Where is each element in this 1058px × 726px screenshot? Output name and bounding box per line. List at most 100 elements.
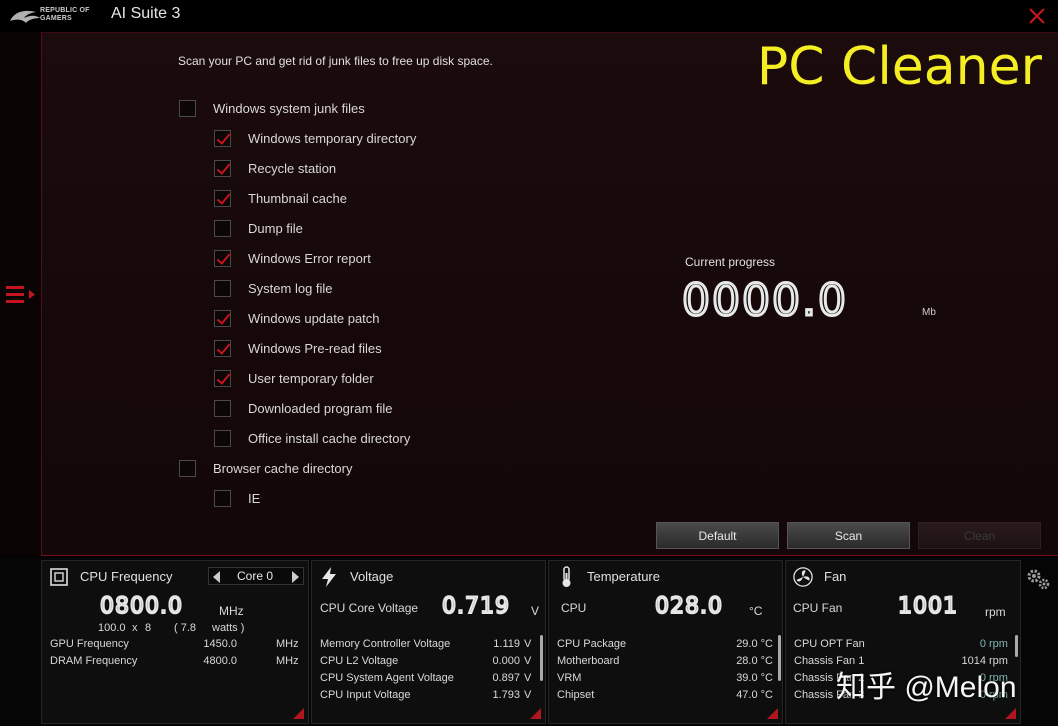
menu-expand-icon[interactable] bbox=[6, 284, 38, 306]
voltage-scrollbar[interactable] bbox=[540, 635, 543, 681]
cleanup-option[interactable]: User temporary folder bbox=[214, 368, 374, 388]
progress-label: Current progress bbox=[685, 255, 776, 269]
brand-text: REPUBLIC OF GAMERS bbox=[40, 7, 90, 22]
option-label: Windows update patch bbox=[248, 310, 380, 326]
option-label: Dump file bbox=[248, 220, 303, 236]
sensor-label: CPU L2 Voltage bbox=[320, 655, 399, 667]
option-checkbox[interactable] bbox=[179, 99, 196, 117]
progress-unit: Mb bbox=[922, 307, 936, 318]
option-label: Recycle station bbox=[248, 160, 337, 176]
cpu-fan-label: CPU Fan bbox=[793, 601, 843, 615]
sensor-value: 28.0 °C bbox=[736, 655, 773, 667]
option-checkbox[interactable] bbox=[214, 189, 231, 207]
cleanup-option[interactable]: Windows update patch bbox=[214, 308, 380, 328]
sensor-label: Motherboard bbox=[557, 655, 620, 667]
sensor-value: 0.000 bbox=[492, 655, 520, 667]
previous-core-icon[interactable] bbox=[213, 571, 220, 583]
intro-text: Scan your PC and get rid of junk files t… bbox=[178, 54, 493, 68]
option-label: IE bbox=[248, 490, 261, 506]
bclk-value: 100.0 bbox=[98, 622, 126, 634]
title-bar: REPUBLIC OF GAMERS AI Suite 3 bbox=[0, 0, 1058, 32]
option-checkbox[interactable] bbox=[214, 339, 231, 357]
scan-button[interactable]: Scan bbox=[787, 522, 910, 549]
panel-expand-icon[interactable] bbox=[293, 708, 304, 719]
sensor-label: CPU OPT Fan bbox=[794, 638, 865, 650]
option-checkbox[interactable] bbox=[214, 369, 231, 387]
panel-expand-icon[interactable] bbox=[530, 708, 541, 719]
next-core-icon[interactable] bbox=[292, 571, 299, 583]
option-checkbox[interactable] bbox=[214, 129, 231, 147]
cleanup-option[interactable]: Recycle station bbox=[214, 158, 336, 178]
option-checkbox[interactable] bbox=[214, 279, 231, 297]
sensor-label: GPU Frequency bbox=[50, 638, 129, 650]
option-checkbox[interactable] bbox=[214, 159, 231, 177]
default-button[interactable]: Default bbox=[656, 522, 779, 549]
sensor-label: CPU Package bbox=[557, 638, 627, 650]
cleanup-option[interactable]: Thumbnail cache bbox=[214, 188, 347, 208]
cleanup-option[interactable]: Office install cache directory bbox=[214, 428, 410, 448]
option-label: Windows system junk files bbox=[213, 100, 365, 116]
option-checkbox[interactable] bbox=[214, 219, 231, 237]
sensor-unit: V bbox=[524, 672, 532, 684]
option-checkbox[interactable] bbox=[214, 399, 231, 417]
cleanup-option[interactable]: System log file bbox=[214, 278, 333, 298]
option-checkbox[interactable] bbox=[214, 489, 231, 507]
sensor-label: Memory Controller Voltage bbox=[320, 638, 451, 650]
cpu-temperature-value: 028.0 bbox=[654, 593, 723, 620]
cleanup-option[interactable]: Windows Pre-read files bbox=[214, 338, 382, 358]
cleanup-option[interactable]: Downloaded program file bbox=[214, 398, 393, 418]
sensor-value: 0 bbox=[979, 638, 986, 650]
voltage-panel[interactable]: Voltage CPU Core Voltage 0.719 V Memory … bbox=[311, 560, 546, 724]
core-selector-value: Core 0 bbox=[237, 569, 274, 583]
panel-expand-icon[interactable] bbox=[767, 708, 778, 719]
option-label: Downloaded program file bbox=[248, 400, 393, 416]
cpu-core-voltage-unit: V bbox=[531, 604, 540, 618]
cleanup-option[interactable]: IE bbox=[214, 488, 260, 508]
panel-expand-icon[interactable] bbox=[1005, 708, 1016, 719]
cpu-core-voltage-value: 0.719 bbox=[441, 593, 510, 620]
sensor-label: DRAM Frequency bbox=[50, 655, 138, 667]
option-checkbox[interactable] bbox=[214, 249, 231, 267]
multiplier-x: x bbox=[132, 622, 138, 634]
option-label: Windows Error report bbox=[248, 250, 371, 266]
fan-icon bbox=[793, 567, 813, 587]
sensor-label: CPU System Agent Voltage bbox=[320, 672, 454, 684]
clean-button[interactable]: Clean bbox=[918, 522, 1041, 549]
ratio-value: 8 bbox=[145, 622, 152, 634]
settings-gear-icon[interactable] bbox=[1024, 566, 1052, 594]
cleanup-option[interactable]: Browser cache directory bbox=[179, 458, 352, 478]
option-checkbox[interactable] bbox=[214, 429, 231, 447]
pc-cleaner-panel: Scan your PC and get rid of junk files t… bbox=[42, 32, 1058, 556]
option-label: Browser cache directory bbox=[213, 460, 353, 476]
page-title: PC Cleaner bbox=[756, 37, 1042, 97]
fan-title: Fan bbox=[824, 569, 847, 584]
temperature-panel[interactable]: Temperature CPU 028.0 °C CPU Package 29.0… bbox=[548, 560, 783, 724]
sensor-unit: V bbox=[524, 638, 532, 650]
sensor-value: 1450.0 bbox=[203, 638, 237, 650]
sensor-unit: V bbox=[524, 689, 532, 701]
sensor-value: 1.119 bbox=[493, 638, 520, 650]
sensor-unit: MHz bbox=[276, 638, 299, 650]
option-label: Windows Pre-read files bbox=[248, 340, 382, 356]
cpu-frequency-panel[interactable]: CPU Frequency Core 0 0800.0 MHz 100.0 x … bbox=[41, 560, 309, 724]
option-label: User temporary folder bbox=[248, 370, 374, 386]
sensor-value: 29.0 °C bbox=[736, 638, 773, 650]
sensor-unit: MHz bbox=[276, 655, 299, 667]
core-selector[interactable]: Core 0 bbox=[208, 567, 304, 585]
temperature-scrollbar[interactable] bbox=[778, 635, 781, 681]
option-checkbox[interactable] bbox=[179, 459, 196, 477]
cpu-frequency-title: CPU Frequency bbox=[80, 569, 173, 584]
option-checkbox[interactable] bbox=[214, 309, 231, 327]
cpu-frequency-unit: MHz bbox=[219, 604, 244, 618]
cleanup-option[interactable]: Windows Error report bbox=[214, 248, 371, 268]
option-label: System log file bbox=[248, 280, 333, 296]
cleanup-option[interactable]: Dump file bbox=[214, 218, 303, 238]
app-title: AI Suite 3 bbox=[111, 5, 181, 22]
fan-scrollbar[interactable] bbox=[1015, 635, 1018, 657]
cpu-watts-label: watts ) bbox=[212, 622, 245, 634]
sidebar bbox=[0, 32, 42, 556]
cleanup-option[interactable]: Windows system junk files bbox=[179, 98, 365, 118]
close-icon[interactable] bbox=[1026, 5, 1048, 27]
cpu-temperature-unit: °C bbox=[749, 604, 763, 618]
cleanup-option[interactable]: Windows temporary directory bbox=[214, 128, 416, 148]
